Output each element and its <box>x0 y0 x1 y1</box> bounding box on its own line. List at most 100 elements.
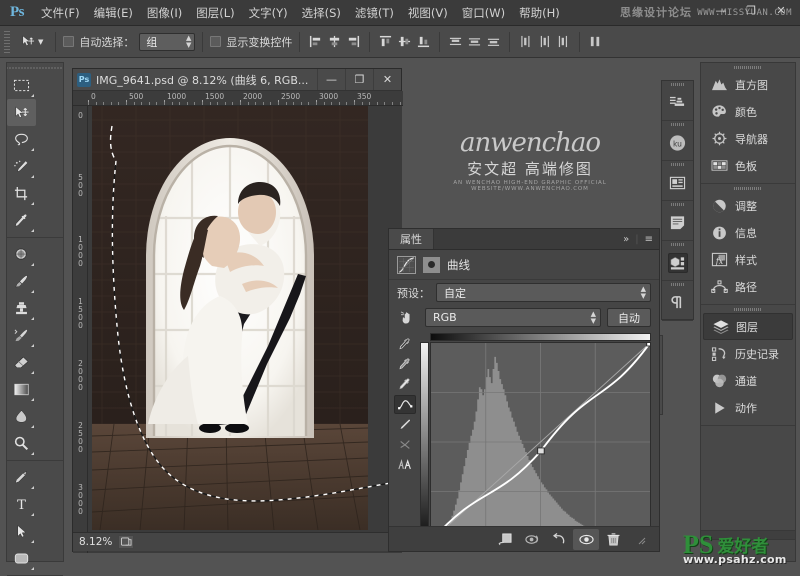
mini-panel-brush-presets[interactable] <box>662 81 693 121</box>
show-transform-controls-checkbox[interactable] <box>210 36 222 47</box>
curve-control-point[interactable] <box>537 447 545 455</box>
align-right-edges-button[interactable] <box>345 33 362 51</box>
dock-group-grip[interactable] <box>701 305 795 313</box>
panel-menu-icon[interactable]: ≡ <box>645 234 653 245</box>
reset-adjustment-button[interactable] <box>546 529 572 550</box>
document-close-button[interactable]: ✕ <box>373 69 401 90</box>
eraser-tool[interactable] <box>7 349 36 376</box>
notes-icon[interactable] <box>668 213 688 233</box>
distribute-left-edges-button[interactable] <box>517 33 534 51</box>
menu-select[interactable]: 选择(S) <box>295 0 348 26</box>
curves-graph[interactable] <box>430 342 651 542</box>
align-horizontal-centers-button[interactable] <box>326 33 343 51</box>
options-bar-grip[interactable] <box>4 30 10 53</box>
document-maximize-button[interactable]: ❐ <box>345 69 373 90</box>
panel-actions[interactable]: 动作 <box>703 394 793 421</box>
panel-swatches[interactable]: 色板 <box>703 152 793 179</box>
panel-history[interactable]: 历史记录 <box>703 340 793 367</box>
ku-extension-icon[interactable]: ku <box>668 133 688 153</box>
targeted-adjustment-tool[interactable] <box>397 310 419 325</box>
gray-point-eyedropper[interactable] <box>394 355 416 374</box>
lasso-tool[interactable] <box>7 126 36 153</box>
mini-panel-ku-extension[interactable]: ku <box>662 121 693 161</box>
distribute-right-edges-button[interactable] <box>555 33 572 51</box>
mini-panel-grip[interactable] <box>662 123 693 127</box>
preset-dropdown[interactable]: 自定 ▲ ▼ <box>436 283 651 302</box>
channel-dropdown[interactable]: RGB ▲ ▼ <box>425 308 601 327</box>
vertical-ruler[interactable]: 0 500 1000 1500 2000 2500 3000 <box>73 106 88 553</box>
panel-histogram[interactable]: 直方图 <box>703 71 793 98</box>
mini-panel-grip[interactable] <box>662 203 693 207</box>
document-title-bar[interactable]: Ps IMG_9641.psd @ 8.12% (曲线 6, RGB... — … <box>73 69 401 91</box>
distribute-vertical-centers-button[interactable] <box>466 33 483 51</box>
horizontal-ruler[interactable]: 0 500 1000 1500 2000 2500 3000 350 <box>73 91 403 106</box>
app-close-button[interactable]: ✕ <box>766 0 796 20</box>
tools-panel-grip[interactable] <box>7 63 63 72</box>
rounded-rectangle-tool[interactable] <box>7 545 36 572</box>
rectangular-marquee-tool[interactable] <box>7 72 36 99</box>
blur-tool[interactable] <box>7 403 36 430</box>
panel-adjustments[interactable]: 调整 <box>703 192 793 219</box>
move-tool[interactable] <box>7 99 36 126</box>
mini-panel-notes[interactable] <box>662 201 693 241</box>
align-left-edges-button[interactable] <box>307 33 324 51</box>
clip-to-layer-button[interactable] <box>492 529 518 550</box>
menu-view[interactable]: 视图(V) <box>401 0 455 26</box>
dock-group-grip[interactable] <box>701 63 795 71</box>
mini-panel-3d[interactable] <box>662 241 693 281</box>
distribute-spacing-button[interactable] <box>587 33 604 51</box>
pencil-draw-tool[interactable] <box>394 415 416 434</box>
app-minimize-button[interactable]: — <box>706 0 736 20</box>
curve-control-point[interactable] <box>646 343 650 347</box>
active-tool-preset-picker[interactable]: ▼ <box>15 32 48 51</box>
menu-help[interactable]: 帮助(H) <box>512 0 567 26</box>
app-maximize-button[interactable]: ❐ <box>736 0 766 20</box>
pen-tool[interactable] <box>7 464 36 491</box>
delete-adjustment-layer-button[interactable] <box>600 529 626 550</box>
black-point-eyedropper[interactable] <box>394 335 416 354</box>
smooth-curve-button[interactable] <box>394 435 416 454</box>
view-previous-state-button[interactable] <box>519 529 545 550</box>
auto-button[interactable]: 自动 <box>607 308 651 327</box>
mini-panel-layer-comps[interactable] <box>662 161 693 201</box>
menu-filter[interactable]: 滤镜(T) <box>348 0 401 26</box>
tab-properties[interactable]: 属性 <box>389 229 434 249</box>
menu-window[interactable]: 窗口(W) <box>455 0 512 26</box>
canvas-area[interactable] <box>88 106 402 553</box>
status-doc-info-icon[interactable] <box>118 535 135 549</box>
clone-stamp-tool[interactable] <box>7 295 36 322</box>
brush-presets-icon[interactable] <box>668 93 688 113</box>
align-vertical-centers-button[interactable] <box>396 33 413 51</box>
history-brush-tool[interactable] <box>7 322 36 349</box>
mini-panel-grip[interactable] <box>662 83 693 87</box>
panel-resize-grip[interactable] <box>627 529 653 550</box>
gradient-tool[interactable] <box>7 376 36 403</box>
toggle-layer-visibility-button[interactable] <box>573 528 599 550</box>
layer-comps-icon[interactable] <box>668 173 688 193</box>
align-bottom-edges-button[interactable] <box>415 33 432 51</box>
brush-tool[interactable] <box>7 268 36 295</box>
zoom-level-indicator[interactable]: 8.12% <box>79 536 112 548</box>
layer-mask-thumbnail[interactable] <box>423 256 440 273</box>
spot-healing-brush-tool[interactable] <box>7 241 36 268</box>
white-point-eyedropper[interactable] <box>394 375 416 394</box>
crop-tool[interactable] <box>7 180 36 207</box>
curves-plot[interactable] <box>431 343 650 541</box>
quick-selection-tool[interactable] <box>7 153 36 180</box>
document-minimize-button[interactable]: — <box>317 69 345 90</box>
collapse-panel-icon[interactable]: » <box>623 234 629 245</box>
panel-info[interactable]: 信息 <box>703 219 793 246</box>
path-selection-tool[interactable] <box>7 518 36 545</box>
clipping-warning-toggle[interactable] <box>394 455 416 474</box>
panel-channels[interactable]: 通道 <box>703 367 793 394</box>
menu-edit[interactable]: 编辑(E) <box>87 0 140 26</box>
panel-styles[interactable]: fx 样式 <box>703 246 793 273</box>
mini-panel-grip[interactable] <box>662 243 693 247</box>
horizontal-type-tool[interactable]: T <box>7 491 36 518</box>
curve-point-tool[interactable] <box>394 395 416 414</box>
mini-panel-grip[interactable] <box>662 283 693 287</box>
eyedropper-tool[interactable] <box>7 207 36 234</box>
distribute-horizontal-centers-button[interactable] <box>536 33 553 51</box>
panel-layers[interactable]: 图层 <box>703 313 793 340</box>
mini-panel-paragraph[interactable] <box>662 281 693 321</box>
